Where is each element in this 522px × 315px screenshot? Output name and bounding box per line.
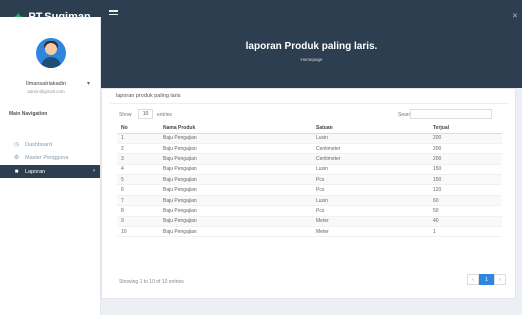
- table-row: 9 Baju Pengajian Meter 40: [117, 216, 502, 228]
- column-header-terjual[interactable]: Terjual: [429, 123, 502, 134]
- table-cell: Baju Pengajian: [159, 205, 312, 217]
- entries-label: entries: [157, 112, 173, 118]
- table-cell: 1: [117, 133, 159, 144]
- table-row: 7 Baju Pengajian Lusin 60: [117, 195, 502, 207]
- table-cell: Baju Pengajian: [159, 226, 312, 238]
- table-cell: Centimeter: [312, 153, 429, 165]
- avatar: [36, 38, 66, 68]
- table-cell: 1: [429, 226, 502, 238]
- table-cell: Meter: [312, 216, 429, 228]
- sidebar-item-label: Master Pengguna: [25, 154, 69, 161]
- sidebar: Ilmansatriakadin ▾ admin@gmail.com Main …: [0, 17, 101, 315]
- table-row: 5 Baju Pengajian Pcs 150: [117, 174, 502, 186]
- table-cell: Baju Pengajian: [159, 133, 312, 144]
- page-title: laporan Produk paling laris.: [245, 41, 378, 52]
- table-cell: 8: [117, 205, 159, 217]
- table-row: 4 Baju Pengajian Lusin 150: [117, 164, 502, 176]
- table-cell: Pcs: [312, 174, 429, 186]
- table-cell: Lusin: [312, 133, 429, 144]
- table-cell: 6: [117, 184, 159, 196]
- table-cell: 4: [117, 164, 159, 176]
- entries-select[interactable]: 10: [138, 109, 153, 119]
- show-label: Show: [119, 112, 132, 118]
- table-row: 8 Baju Pengajian Pcs 50: [117, 205, 502, 217]
- table-cell: 150: [429, 174, 502, 186]
- table-cell: 3: [117, 153, 159, 165]
- column-header-satuan[interactable]: Satuan: [312, 123, 429, 134]
- column-header-nama-produk[interactable]: Nama Produk: [159, 123, 312, 134]
- table-cell: 7: [117, 195, 159, 207]
- page-subtitle: Homepage: [300, 57, 323, 62]
- sidebar-item-label: Dashboard: [25, 141, 52, 148]
- products-table: No Nama Produk Satuan Terjual 1 Baju Peng…: [117, 123, 502, 238]
- table-cell: 150: [429, 164, 502, 176]
- table-header-row: No Nama Produk Satuan Terjual: [117, 123, 502, 134]
- table-cell: 2: [117, 143, 159, 155]
- table-row: 3 Baju Pengajian Centimeter 200: [117, 153, 502, 165]
- report-icon: ■: [14, 168, 19, 175]
- table-row: 6 Baju Pengajian Pcs 120: [117, 184, 502, 196]
- sidebar-item-master-pengguna[interactable]: ⚙ Master Pengguna: [0, 151, 100, 164]
- table-cell: Pcs: [312, 184, 429, 196]
- table-cell: Baju Pengajian: [159, 184, 312, 196]
- table-cell: 40: [429, 216, 502, 228]
- table-cell: Meter: [312, 226, 429, 238]
- chevron-right-icon: ›: [93, 168, 95, 174]
- report-card: laporan produk paling laris Show 10 entr…: [101, 88, 516, 299]
- table-cell: 120: [429, 184, 502, 196]
- table-cell: Lusin: [312, 195, 429, 207]
- table-cell: 9: [117, 216, 159, 228]
- table-cell: Lusin: [312, 164, 429, 176]
- table-cell: Baju Pengajian: [159, 195, 312, 207]
- sidebar-item-laporan[interactable]: ■ Laporan ›: [0, 165, 100, 178]
- user-name: Ilmansatriakadin: [25, 81, 67, 87]
- entries-select-value: 10: [142, 111, 149, 117]
- sidebar-item-dashboard[interactable]: ◷ Dashboard: [0, 138, 100, 151]
- next-page-button[interactable]: ›: [494, 274, 506, 285]
- table-row: 10 Baju Pengajian Meter 1: [117, 226, 502, 238]
- table-cell: 10: [117, 226, 159, 238]
- search-input[interactable]: [410, 109, 492, 119]
- page-header-banner: laporan Produk paling laris. Homepage: [101, 17, 522, 88]
- table-cell: Centimeter: [312, 143, 429, 155]
- user-email: admin@gmail.com: [27, 89, 65, 94]
- close-icon[interactable]: ✕: [512, 12, 518, 20]
- nav-header: Main Navigation: [9, 111, 48, 117]
- table-cell: 200: [429, 143, 502, 155]
- card-title: laporan produk paling laris: [116, 93, 181, 99]
- dashboard-icon: ◷: [13, 142, 20, 148]
- table-cell: Baju Pengajian: [159, 174, 312, 186]
- prev-page-button[interactable]: ‹: [467, 274, 479, 285]
- column-header-no[interactable]: No: [117, 123, 159, 134]
- table-cell: Baju Pengajian: [159, 164, 312, 176]
- sidebar-item-label: Laporan: [25, 168, 46, 175]
- table-cell: Baju Pengajian: [159, 153, 312, 165]
- user-dropdown-icon[interactable]: ▾: [87, 80, 90, 87]
- divider: [110, 103, 509, 104]
- current-page-button[interactable]: 1: [479, 274, 494, 285]
- table-row: 1 Baju Pengajian Lusin 200: [117, 133, 502, 144]
- table-cell: Baju Pengajian: [159, 143, 312, 155]
- table-cell: 5: [117, 174, 159, 186]
- pagination: ‹ 1 ›: [467, 274, 507, 285]
- table-cell: 200: [429, 133, 502, 144]
- table-cell: Baju Pengajian: [159, 216, 312, 228]
- users-icon: ⚙: [13, 155, 20, 161]
- table-info: Showing 1 to 10 of 10 entries: [119, 279, 184, 285]
- table-cell: 60: [429, 195, 502, 207]
- table-row: 2 Baju Pengajian Centimeter 200: [117, 143, 502, 155]
- table-cell: Pcs: [312, 205, 429, 217]
- table-cell: 50: [429, 205, 502, 217]
- table-cell: 200: [429, 153, 502, 165]
